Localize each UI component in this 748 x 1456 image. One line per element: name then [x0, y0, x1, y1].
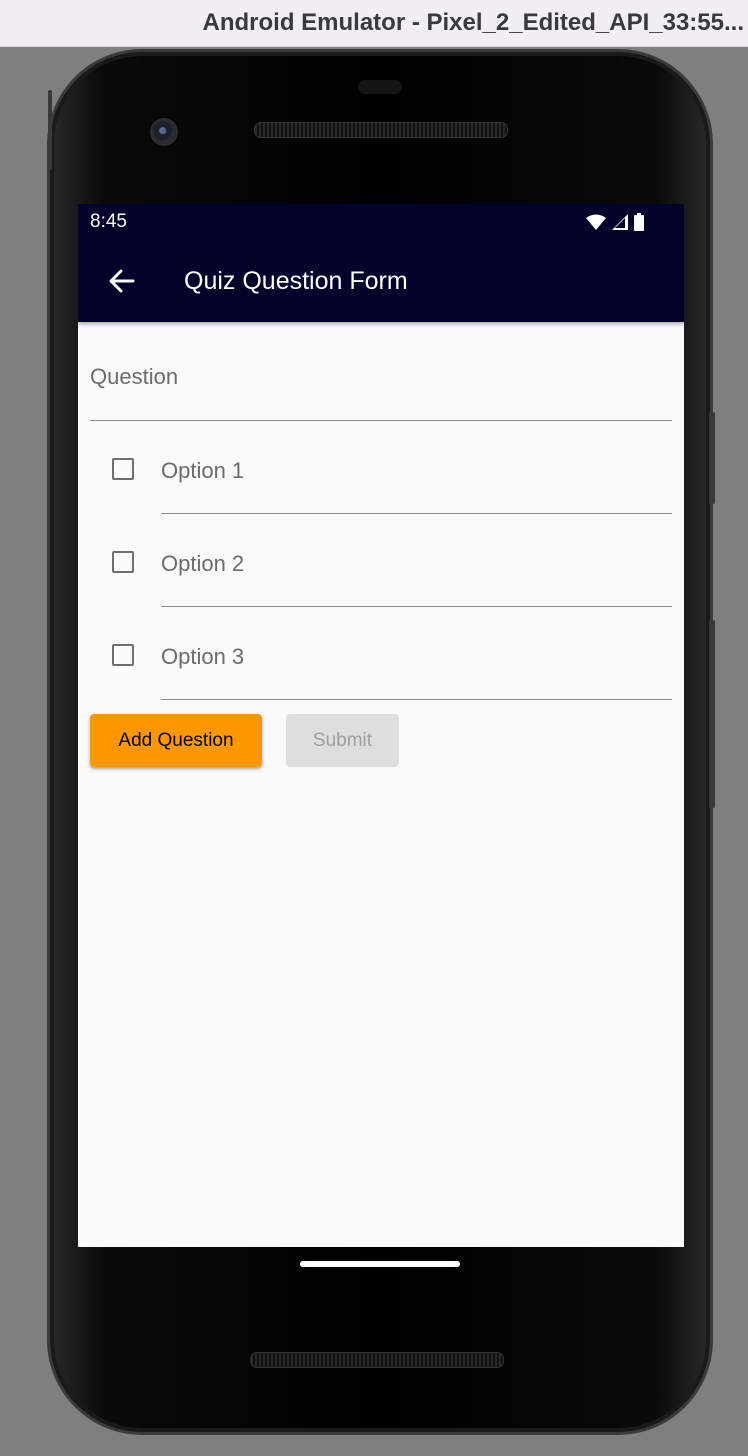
- cellular-signal-icon: [612, 214, 628, 230]
- status-time: 8:45: [90, 211, 127, 232]
- option-2-label: Option 2: [161, 551, 245, 576]
- option-2-checkbox[interactable]: [112, 551, 134, 573]
- add-question-button[interactable]: Add Question: [90, 714, 262, 767]
- status-icons: [586, 213, 684, 231]
- option-1-checkbox[interactable]: [112, 458, 134, 480]
- window-title: Android Emulator - Pixel_2_Edited_API_33…: [202, 9, 745, 36]
- status-bar: 8:45: [78, 204, 684, 240]
- proximity-sensor: [358, 80, 402, 94]
- bottom-speaker: [250, 1352, 504, 1368]
- arrow-back-icon: [109, 269, 135, 293]
- question-label: Question: [90, 364, 179, 389]
- option-3-input[interactable]: Option 3: [161, 630, 672, 700]
- submit-button[interactable]: Submit: [286, 714, 399, 767]
- power-button[interactable]: [709, 620, 715, 808]
- gesture-nav-handle[interactable]: [300, 1261, 460, 1267]
- option-3-checkbox[interactable]: [112, 644, 134, 666]
- question-input[interactable]: Question: [90, 352, 672, 421]
- front-camera-icon: [150, 118, 178, 146]
- left-edge: [48, 90, 52, 170]
- volume-button[interactable]: [709, 412, 715, 504]
- battery-icon: [634, 213, 644, 231]
- option-1-label: Option 1: [161, 458, 245, 483]
- page-title: Quiz Question Form: [184, 266, 408, 295]
- option-1-input[interactable]: Option 1: [161, 444, 672, 514]
- wifi-icon: [586, 214, 606, 230]
- option-3-label: Option 3: [161, 644, 245, 669]
- window-titlebar: Android Emulator - Pixel_2_Edited_API_33…: [0, 0, 748, 47]
- device-screen: 8:45 Quiz Question Form Question Option …: [78, 204, 684, 1247]
- option-2-input[interactable]: Option 2: [161, 537, 672, 607]
- back-button[interactable]: [104, 263, 140, 299]
- earpiece-speaker: [254, 122, 508, 138]
- app-bar: Quiz Question Form: [78, 240, 684, 322]
